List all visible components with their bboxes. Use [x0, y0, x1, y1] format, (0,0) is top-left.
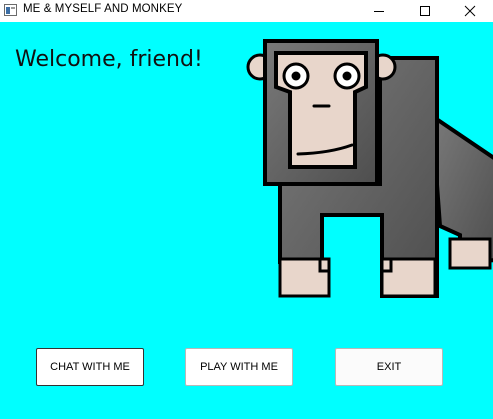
exit-button[interactable]: EXIT	[335, 348, 443, 386]
close-button[interactable]	[447, 0, 493, 22]
minimize-button[interactable]	[356, 0, 402, 22]
window-title: ME & MYSELF AND MONKEY	[23, 3, 183, 15]
monkey-icon	[246, 39, 493, 298]
title-bar: ME & MYSELF AND MONKEY	[0, 0, 493, 22]
chat-button[interactable]: CHAT WITH ME	[36, 348, 144, 386]
minimize-icon	[374, 11, 384, 12]
play-button[interactable]: PLAY WITH ME	[185, 348, 293, 386]
app-icon	[4, 4, 17, 16]
maximize-button[interactable]	[402, 0, 448, 22]
welcome-heading: Welcome, friend!	[15, 47, 203, 72]
main-panel: Welcome, friend! CHAT WITH ME PLAY WITH …	[0, 22, 493, 419]
maximize-icon	[420, 6, 430, 16]
close-icon	[464, 5, 476, 17]
